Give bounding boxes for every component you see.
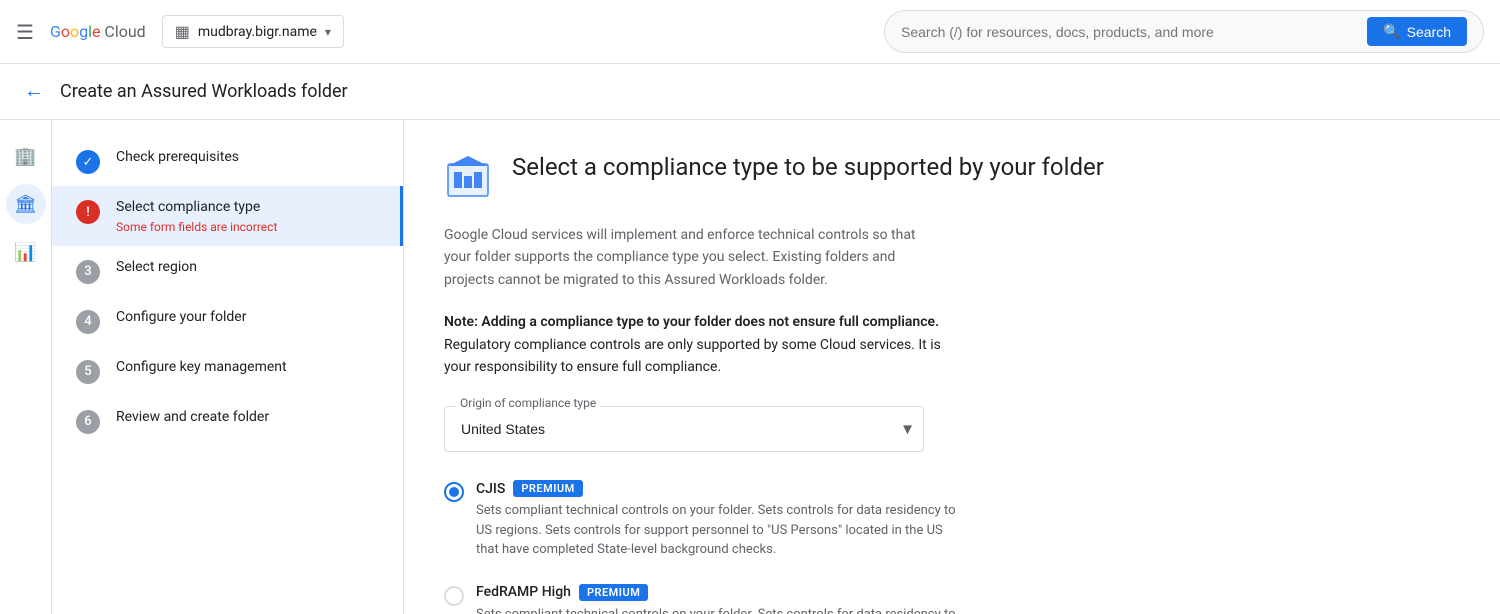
- google-cloud-logo[interactable]: Google Cloud: [50, 22, 146, 41]
- step-indicator-4: 4: [76, 310, 100, 334]
- compliance-icon: [444, 152, 492, 200]
- step-content-2: Select compliance type Some form fields …: [116, 198, 376, 234]
- step-label-5: Configure key management: [116, 358, 379, 378]
- step-error-2: Some form fields are incorrect: [116, 220, 376, 234]
- description-text: Google Cloud services will implement and…: [444, 224, 944, 291]
- main-layout: 🏢 🏛 📊 ✓ Check prerequisites ! Select com…: [0, 120, 1500, 614]
- nav-step-configure-folder[interactable]: 4 Configure your folder: [52, 296, 403, 346]
- step-label-2: Select compliance type: [116, 198, 376, 218]
- step-indicator-6: 6: [76, 410, 100, 434]
- step-indicator-1: ✓: [76, 150, 100, 174]
- compliance-origin-dropdown-wrapper: Origin of compliance type United States …: [444, 406, 924, 452]
- radio-desc-cjis: Sets compliant technical controls on you…: [476, 501, 956, 560]
- radio-title-row-cjis: CJIS PREMIUM: [476, 480, 1460, 497]
- search-input[interactable]: [901, 24, 1359, 40]
- nav-step-review-create[interactable]: 6 Review and create folder: [52, 396, 403, 446]
- note-strong: Note: Adding a compliance type to your f…: [444, 314, 939, 330]
- content-title: Select a compliance type to be supported…: [512, 152, 1104, 183]
- note-box: Note: Adding a compliance type to your f…: [444, 311, 944, 378]
- dropdown-label: Origin of compliance type: [456, 396, 600, 410]
- step-label-3: Select region: [116, 258, 379, 278]
- left-icon-nav: 🏢 🏛 📊: [0, 120, 52, 614]
- radio-btn-cjis[interactable]: [444, 482, 464, 502]
- content-header: Select a compliance type to be supported…: [444, 152, 1460, 200]
- radio-title-fedramp-high: FedRAMP High: [476, 584, 571, 600]
- step-indicator-5: 5: [76, 360, 100, 384]
- step-content-1: Check prerequisites: [116, 148, 379, 168]
- nav-step-configure-key-management[interactable]: 5 Configure key management: [52, 346, 403, 396]
- back-arrow-icon: ←: [24, 80, 44, 103]
- back-button[interactable]: ←: [24, 80, 44, 103]
- radio-content-cjis: CJIS PREMIUM Sets compliant technical co…: [476, 480, 1460, 560]
- radio-title-row-fedramp-high: FedRAMP High PREMIUM: [476, 584, 1460, 601]
- project-icon: ▦: [175, 22, 190, 41]
- radio-content-fedramp-high: FedRAMP High PREMIUM Sets compliant tech…: [476, 584, 1460, 614]
- compliance-radio-options: CJIS PREMIUM Sets compliant technical co…: [444, 480, 1460, 614]
- step-label-1: Check prerequisites: [116, 148, 379, 168]
- step-content-6: Review and create folder: [116, 408, 379, 428]
- step-content-5: Configure key management: [116, 358, 379, 378]
- step-content-3: Select region: [116, 258, 379, 278]
- search-button[interactable]: 🔍 Search: [1367, 17, 1467, 46]
- nav-step-check-prerequisites[interactable]: ✓ Check prerequisites: [52, 136, 403, 186]
- logo-text: Google Cloud: [50, 22, 146, 41]
- search-icon: 🔍: [1383, 23, 1400, 40]
- nav-step-select-compliance[interactable]: ! Select compliance type Some form field…: [52, 186, 403, 246]
- radio-option-fedramp-high[interactable]: FedRAMP High PREMIUM Sets compliant tech…: [444, 584, 1460, 614]
- search-label: Search: [1407, 24, 1451, 40]
- main-content: Select a compliance type to be supported…: [404, 120, 1500, 614]
- sidebar-nav: ✓ Check prerequisites ! Select complianc…: [52, 120, 404, 614]
- step-indicator-3: 3: [76, 260, 100, 284]
- search-bar: 🔍 Search: [884, 10, 1484, 53]
- nav-icon-assured[interactable]: 🏛: [6, 184, 46, 224]
- badge-fedramp-high-premium: PREMIUM: [579, 584, 648, 601]
- note-text: Regulatory compliance controls are only …: [444, 337, 941, 375]
- radio-title-cjis: CJIS: [476, 481, 505, 497]
- nav-step-select-region[interactable]: 3 Select region: [52, 246, 403, 296]
- compliance-origin-select[interactable]: United States Europe Global: [444, 406, 924, 452]
- project-name: mudbray.bigr.name: [198, 24, 317, 40]
- radio-btn-fedramp-high[interactable]: [444, 586, 464, 606]
- page-title: Create an Assured Workloads folder: [60, 81, 348, 102]
- radio-desc-fedramp-high: Sets compliant technical controls on you…: [476, 605, 956, 614]
- step-content-4: Configure your folder: [116, 308, 379, 328]
- step-label-4: Configure your folder: [116, 308, 379, 328]
- nav-icon-chart[interactable]: 📊: [6, 232, 46, 272]
- menu-icon[interactable]: ☰: [16, 20, 34, 44]
- project-dropdown-arrow: ▾: [325, 25, 331, 39]
- step-label-6: Review and create folder: [116, 408, 379, 428]
- project-selector[interactable]: ▦ mudbray.bigr.name ▾: [162, 15, 344, 48]
- top-nav: ☰ Google Cloud ▦ mudbray.bigr.name ▾ 🔍 S…: [0, 0, 1500, 64]
- sub-header: ← Create an Assured Workloads folder: [0, 64, 1500, 120]
- step-indicator-2: !: [76, 200, 100, 224]
- nav-icon-building[interactable]: 🏢: [6, 136, 46, 176]
- radio-option-cjis[interactable]: CJIS PREMIUM Sets compliant technical co…: [444, 480, 1460, 560]
- badge-cjis-premium: PREMIUM: [513, 480, 582, 497]
